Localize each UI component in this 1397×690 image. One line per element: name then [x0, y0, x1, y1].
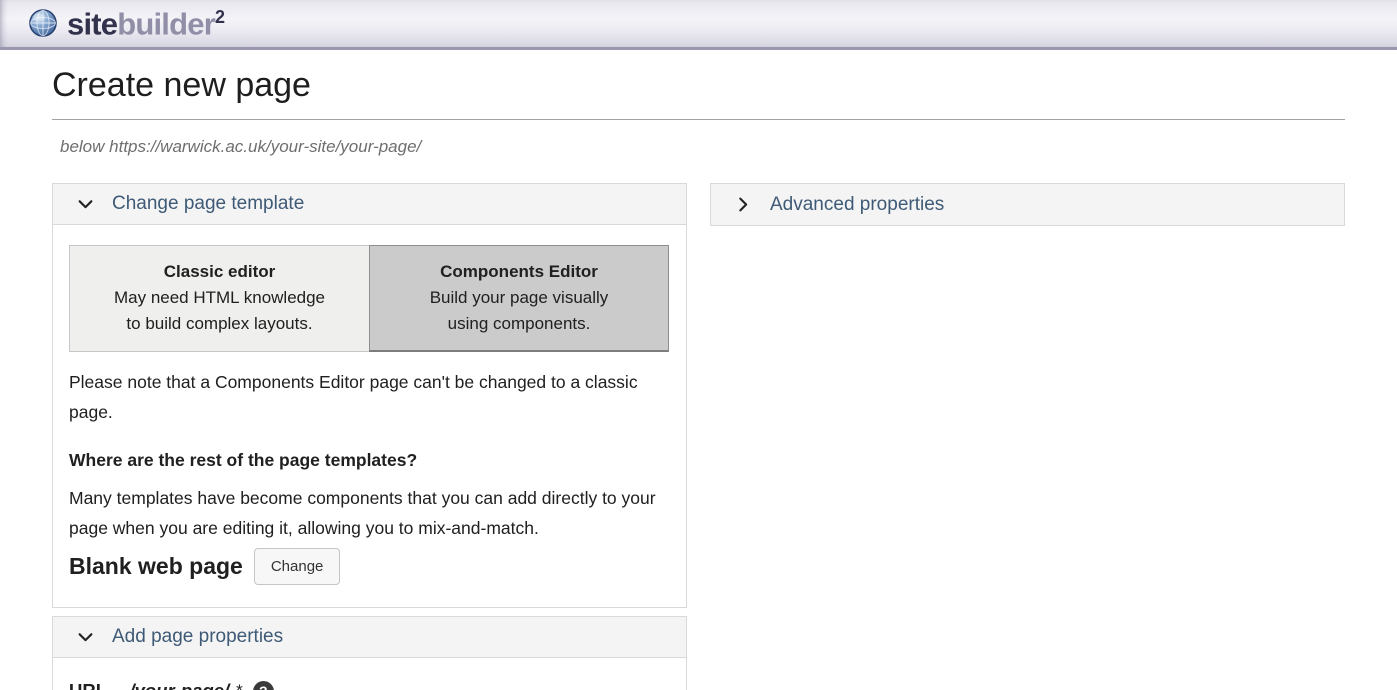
logo-wordmark: sitebuilder2 — [67, 8, 224, 39]
templates-question-heading: Where are the rest of the page templates… — [69, 450, 670, 471]
required-asterisk: * — [236, 681, 243, 690]
template-option-description-line: Build your page visually — [380, 285, 658, 311]
main-content: Create new page below https://warwick.ac… — [0, 66, 1397, 690]
logo-superscript: 2 — [215, 7, 224, 27]
section-title: Advanced properties — [770, 194, 944, 216]
template-option-description-line: to build complex layouts. — [80, 311, 359, 337]
template-option-classic-editor[interactable]: Classic editor May need HTML knowledge t… — [69, 245, 369, 352]
sitebuilder-logo[interactable]: sitebuilder2 — [28, 8, 224, 39]
left-column: Change page template Classic editor May … — [52, 183, 687, 690]
change-template-button[interactable]: Change — [254, 548, 341, 585]
template-option-description-line: May need HTML knowledge — [80, 285, 359, 311]
change-page-template-panel: Change page template Classic editor May … — [52, 183, 687, 608]
section-title: Change page template — [112, 193, 304, 215]
globe-icon — [28, 8, 58, 38]
page-subtitle: below https://warwick.ac.uk/your-site/yo… — [52, 137, 1345, 157]
title-divider — [52, 119, 1345, 120]
url-field-label-row: URL .../your-page/ * ? — [69, 680, 670, 690]
chevron-right-icon — [735, 196, 752, 213]
add-page-properties-panel: Add page properties URL .../your-page/ *… — [52, 616, 687, 690]
chevron-down-icon — [77, 629, 94, 646]
add-page-properties-header[interactable]: Add page properties — [53, 617, 686, 658]
template-option-description-line: using components. — [380, 311, 658, 337]
chevron-down-icon — [77, 196, 94, 213]
logo-part-builder: builder — [117, 6, 215, 41]
right-column: Advanced properties — [710, 183, 1345, 226]
add-page-properties-body: URL .../your-page/ * ? — [53, 658, 686, 690]
two-column-layout: Change page template Classic editor May … — [52, 183, 1345, 690]
template-option-group: Classic editor May need HTML knowledge t… — [69, 245, 670, 352]
section-title: Add page properties — [112, 626, 283, 648]
help-icon[interactable]: ? — [253, 681, 274, 690]
logo-part-site: site — [67, 6, 117, 41]
template-option-title: Components Editor — [380, 259, 658, 285]
url-path-hint: .../your-page/ — [114, 680, 229, 690]
templates-answer-text: Many templates have become components th… — [69, 483, 670, 543]
current-template-row: Blank web page Change — [69, 548, 670, 585]
url-label: URL — [69, 680, 107, 690]
app-header: sitebuilder2 — [0, 0, 1397, 50]
page-title: Create new page — [52, 66, 1345, 105]
components-editor-note: Please note that a Components Editor pag… — [69, 367, 670, 427]
current-template-name: Blank web page — [69, 553, 243, 580]
change-page-template-body: Classic editor May need HTML knowledge t… — [53, 225, 686, 607]
template-option-components-editor[interactable]: Components Editor Build your page visual… — [369, 245, 669, 352]
change-page-template-header[interactable]: Change page template — [53, 184, 686, 225]
advanced-properties-header[interactable]: Advanced properties — [711, 184, 1344, 225]
advanced-properties-panel: Advanced properties — [710, 183, 1345, 226]
template-option-title: Classic editor — [80, 259, 359, 285]
